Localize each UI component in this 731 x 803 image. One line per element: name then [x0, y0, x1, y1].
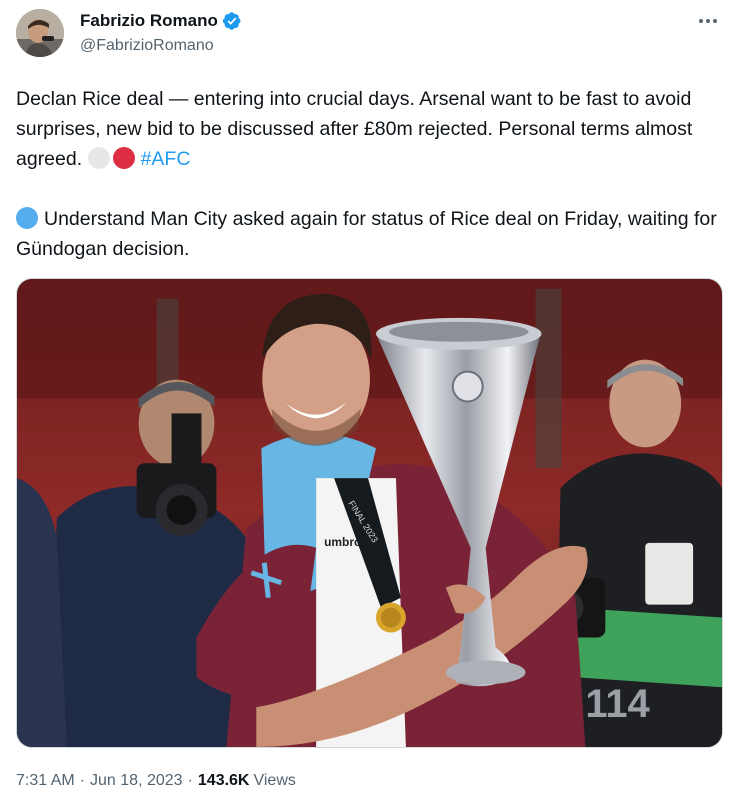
paragraph-2-text: Understand Man City asked again for stat… — [16, 208, 717, 260]
avatar[interactable] — [16, 9, 64, 57]
display-name[interactable]: Fabrizio Romano — [80, 11, 218, 31]
tweet-meta: 7:31 AM · Jun 18, 2023 · 143.6K Views — [16, 772, 296, 790]
more-dot-icon — [699, 19, 703, 23]
avatar-photo — [16, 9, 64, 57]
tweet-paragraph-1: Declan Rice deal — entering into crucial… — [16, 84, 721, 174]
tweet-text: Declan Rice deal — entering into crucial… — [16, 84, 721, 264]
author-name-row: Fabrizio Romano — [80, 11, 242, 31]
more-dot-icon — [706, 19, 710, 23]
tweet-paragraph-2: Understand Man City asked again for stat… — [16, 204, 721, 264]
verified-badge-icon — [222, 12, 241, 30]
tweet-photo[interactable]: 114 umbro FINAL 2023 — [16, 278, 723, 748]
tweet: Fabrizio Romano @FabrizioRomano Declan R… — [0, 0, 731, 803]
separator-dot: · — [187, 772, 193, 789]
tweet-time[interactable]: 7:31 AM — [16, 772, 75, 790]
white-circle-icon — [87, 147, 110, 169]
author-handle[interactable]: @FabrizioRomano — [80, 37, 214, 55]
separator-dot: · — [79, 772, 86, 789]
more-options-button[interactable] — [695, 10, 721, 32]
tweet-date[interactable]: Jun 18, 2023 — [90, 772, 183, 790]
blue-circle-icon — [16, 207, 38, 229]
views-count[interactable]: 143.6K — [198, 772, 250, 790]
views-label: Views — [253, 772, 296, 789]
bib-number-text: 114 — [585, 682, 649, 726]
photo-scene: 114 umbro FINAL 2023 — [17, 279, 722, 747]
more-dot-icon — [713, 19, 717, 23]
red-circle-icon — [112, 147, 135, 169]
hashtag-link[interactable]: #AFC — [141, 148, 191, 170]
